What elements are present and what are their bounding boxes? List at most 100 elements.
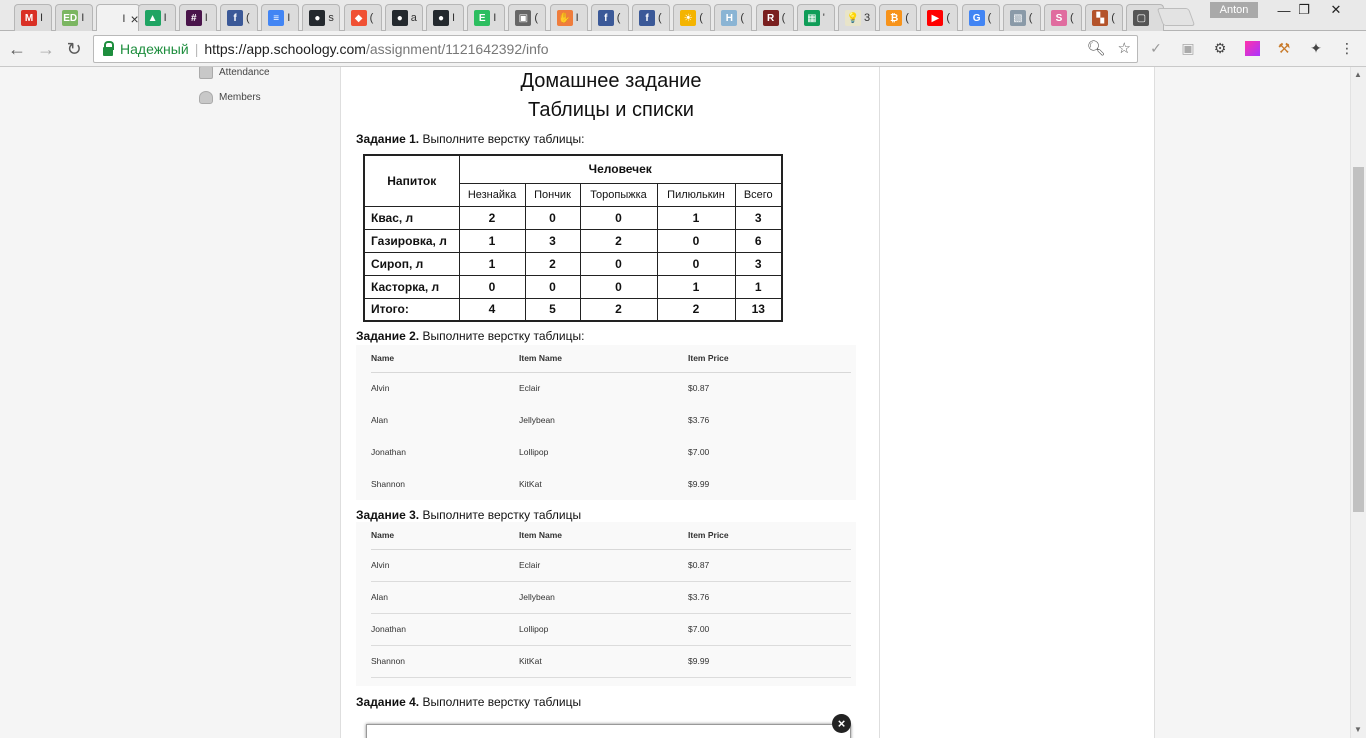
- browser-tab[interactable]: ED I: [55, 4, 94, 31]
- zoom-icon[interactable]: 🔍︎: [1087, 39, 1106, 57]
- tab-title: (: [699, 12, 703, 24]
- youtube-icon: ▶: [927, 10, 944, 26]
- browser-tab[interactable]: ▶(: [920, 4, 959, 31]
- github-icon: ●: [433, 10, 449, 26]
- scroll-thumb[interactable]: [1353, 167, 1364, 512]
- table-cell: 5: [524, 297, 581, 322]
- new-tab-button[interactable]: [1156, 8, 1196, 26]
- back-icon[interactable]: ←: [5, 37, 29, 61]
- table-cell: 2: [656, 297, 736, 322]
- lock-icon: [103, 40, 114, 56]
- browser-tab[interactable]: H(: [714, 4, 753, 31]
- browser-tab[interactable]: G(: [961, 4, 1000, 31]
- table-cell: 6: [734, 228, 783, 253]
- address-bar[interactable]: Надежный | https://app.schoology.com/ass…: [93, 35, 1138, 63]
- browser-tab[interactable]: MI: [14, 4, 52, 31]
- browser-tab[interactable]: ▣(: [508, 4, 547, 31]
- browser-tab[interactable]: f(: [220, 4, 258, 31]
- table-cell: 0: [458, 274, 526, 299]
- close-icon[interactable]: ×: [832, 714, 851, 733]
- browser-tab[interactable]: ● s: [302, 4, 341, 31]
- forward-icon[interactable]: →: [34, 37, 58, 61]
- row-header: Газировка, л: [363, 228, 460, 253]
- page-title: Домашнее задание: [520, 70, 702, 92]
- task-1-table: Напиток Человечек Незнайка Пончик Торопыжк…: [363, 154, 783, 322]
- browser-tab[interactable]: R(: [755, 4, 794, 31]
- table-column-header: Пилюлькин: [656, 182, 736, 207]
- table-column-header: Name: [371, 522, 519, 550]
- browser-tab[interactable]: ▚(: [1085, 4, 1124, 31]
- profile-button[interactable]: Anton: [1210, 2, 1258, 18]
- table-cell: 13: [734, 297, 783, 322]
- table-cell: Lollipop: [519, 447, 549, 457]
- table-cell: 0: [524, 205, 581, 230]
- tab-title: I: [493, 12, 497, 24]
- menu-icon[interactable]: ⋮: [1338, 39, 1356, 57]
- tab-title: I: [163, 12, 167, 24]
- tab-title: I: [204, 12, 208, 24]
- tab-title: I: [287, 12, 291, 24]
- table-row: Alan Jellybean $3.76: [371, 581, 851, 614]
- tab-title: (: [1028, 12, 1033, 24]
- table-cell: 0: [656, 228, 736, 253]
- browser-tab[interactable]: ▦ ': [796, 4, 835, 31]
- browser-tab[interactable]: EI: [467, 4, 506, 31]
- browser-tab[interactable]: ▧(: [1002, 4, 1041, 31]
- browser-tab[interactable]: ✋ I: [549, 4, 588, 31]
- scroll-up-icon[interactable]: ▲: [1354, 70, 1362, 79]
- tab-title: (: [1070, 12, 1074, 24]
- restore-icon[interactable]: ❐: [1288, 0, 1320, 20]
- tab-title: I: [575, 12, 579, 24]
- browser-tab[interactable]: ≡ I: [261, 4, 300, 31]
- github-icon: ●: [309, 10, 326, 26]
- table-cell: Shannon: [371, 645, 519, 678]
- table-cell: 1: [656, 205, 736, 230]
- gear-icon[interactable]: ⚙: [1211, 39, 1229, 57]
- pdf-icon[interactable]: ▣: [1179, 39, 1197, 57]
- hammer-icon[interactable]: ⚒: [1275, 39, 1293, 57]
- table-cell: 2: [524, 251, 581, 276]
- close-window-icon[interactable]: ✕: [1320, 0, 1352, 20]
- table-cell: 1: [458, 251, 526, 276]
- scrollbar[interactable]: ▲ ▼: [1350, 67, 1366, 738]
- browser-tab[interactable]: ₿(: [879, 4, 918, 31]
- check-icon[interactable]: ✓: [1147, 39, 1165, 57]
- cursor-icon[interactable]: ✦: [1307, 39, 1325, 57]
- bulb-icon: 💡: [845, 10, 861, 26]
- page-subtitle: Таблицы и списки: [528, 99, 694, 121]
- sun-icon: ☀: [680, 10, 697, 26]
- sidebar-item-attendance[interactable]: Attendance: [199, 67, 270, 79]
- table-cell: Alan: [371, 581, 519, 614]
- browser-tab[interactable]: ● I: [426, 4, 464, 31]
- table-cell: Alvin: [371, 549, 519, 582]
- browser-tab[interactable]: ● a: [384, 4, 423, 31]
- sidebar-item-members[interactable]: Members: [199, 91, 261, 104]
- reload-icon[interactable]: ↻: [62, 37, 86, 61]
- browser-tab[interactable]: # I: [178, 4, 217, 31]
- browser-tab[interactable]: ☀(: [673, 4, 712, 31]
- table-cell: 1: [656, 274, 736, 299]
- table-column-header: Item Name: [519, 522, 688, 550]
- browser-tab[interactable]: S(: [1044, 4, 1082, 31]
- table-cell: $7.00: [688, 613, 851, 646]
- browser-tab[interactable]: ◆(: [343, 4, 382, 31]
- task-2-heading: Задание 2. Выполните верстку таблицы:: [356, 329, 585, 343]
- facebook-icon: f: [639, 10, 655, 26]
- browser-tab[interactable]: ▲ I: [137, 4, 176, 31]
- docs-icon: ≡: [268, 10, 285, 26]
- scroll-down-icon[interactable]: ▼: [1354, 725, 1362, 734]
- table-cell: 1: [458, 228, 526, 253]
- table-cell: $0.87: [688, 383, 710, 394]
- row-header: Касторка, л: [363, 274, 460, 299]
- tab-title: (: [534, 12, 539, 24]
- bookmark-star-icon[interactable]: ☆: [1118, 39, 1131, 57]
- table-cell: 0: [656, 251, 736, 276]
- browser-tab[interactable]: f(: [632, 4, 670, 31]
- browser-tab[interactable]: f(: [590, 4, 629, 31]
- table-column-header: Торопыжка: [579, 182, 658, 207]
- browser-tab[interactable]: I ×: [96, 4, 141, 32]
- browser-tab[interactable]: 💡 3: [838, 4, 876, 31]
- gmail-icon: M: [21, 10, 37, 26]
- color-icon[interactable]: [1243, 39, 1261, 57]
- tab-title: ': [822, 12, 825, 24]
